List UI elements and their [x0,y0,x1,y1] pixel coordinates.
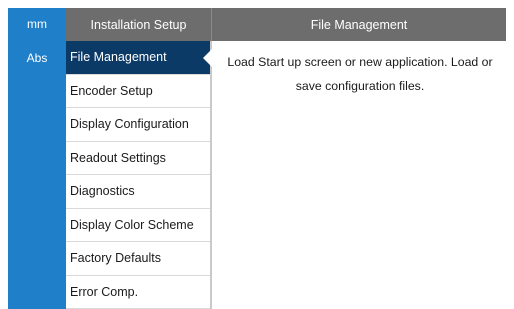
unit-abs-button[interactable]: Abs [8,42,66,74]
file-management-title: File Management [310,17,408,32]
installation-setup-title: Installation Setup [66,8,212,41]
menu-item-display-color-scheme[interactable]: Display Color Scheme [66,209,210,242]
content-panel: Load Start up screen or new application.… [212,41,506,309]
unit-mm-button[interactable]: mm [8,8,66,40]
header-bar: Installation Setup File Management [66,8,506,41]
units-strip: mm Abs [8,8,66,309]
right-margin [506,8,514,309]
menu-item-diagnostics[interactable]: Diagnostics [66,175,210,209]
menu-item-readout-settings[interactable]: Readout Settings [66,142,210,175]
file-management-description: Load Start up screen or new application.… [227,55,493,93]
menu-item-error-comp[interactable]: Error Comp. [66,276,210,309]
setup-menu: File Management Encoder Setup Display Co… [66,41,212,309]
menu-item-file-management[interactable]: File Management [66,41,212,75]
menu-item-encoder-setup[interactable]: Encoder Setup [66,75,210,108]
menu-item-factory-defaults[interactable]: Factory Defaults [66,242,210,276]
installation-setup-screen: mm Abs Installation Setup File Managemen… [0,0,514,309]
menu-item-display-configuration[interactable]: Display Configuration [66,108,210,142]
